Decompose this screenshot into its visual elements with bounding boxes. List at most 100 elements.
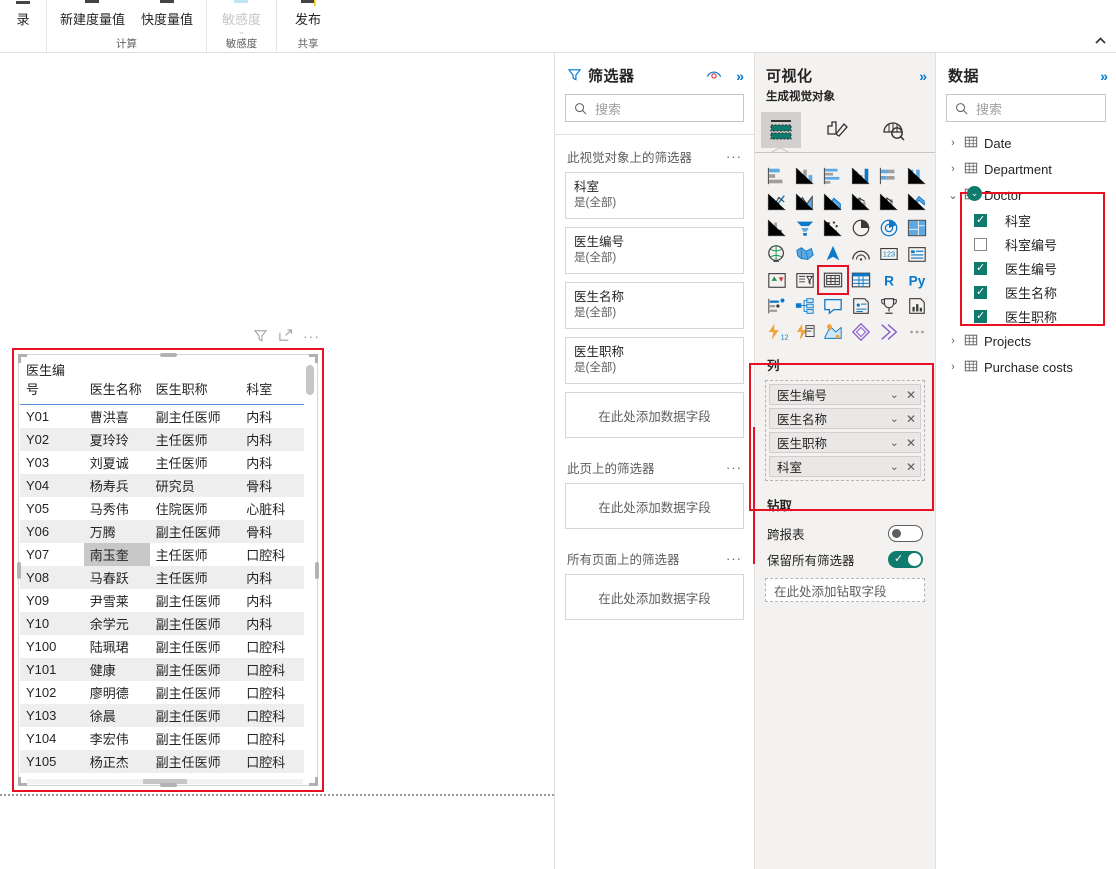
table-row[interactable]: Y103 徐晨 副主任医师 口腔科: [20, 704, 304, 727]
chevron-down-icon[interactable]: ⌄: [890, 436, 899, 449]
field-checkbox[interactable]: [974, 261, 987, 275]
column-well-item[interactable]: 医生职称 ⌄ ✕: [769, 432, 921, 453]
data-table-row[interactable]: ⌄ Doctor: [936, 182, 1116, 208]
map-icon[interactable]: [763, 241, 791, 267]
table-visual-body[interactable]: 医生编号 医生名称 医生职称 科室 Y01 曹洪喜 副主任医师 内科 Y02 夏玲玲 主任医…: [18, 354, 318, 786]
area-chart-icon[interactable]: [791, 189, 819, 215]
table-cell[interactable]: 南玉奎: [83, 543, 150, 566]
table-cell[interactable]: Y06: [20, 520, 84, 543]
drill-cross-report-toggle[interactable]: [888, 524, 923, 542]
chevron-right-icon[interactable]: ›: [948, 361, 958, 373]
chevron-down-icon[interactable]: ⌄: [890, 388, 899, 401]
table-cell[interactable]: 内科: [240, 451, 304, 474]
drill-dropzone[interactable]: 在此处添加钻取字段: [765, 578, 925, 602]
build-visual-tab[interactable]: [761, 112, 801, 148]
column-well-item[interactable]: 科室 ⌄ ✕: [769, 456, 921, 477]
data-field-row[interactable]: 医生名称: [936, 280, 1116, 304]
line-stacked-column-chart-icon[interactable]: [847, 189, 875, 215]
data-table-row[interactable]: › Purchase costs: [936, 354, 1116, 380]
data-field-row[interactable]: 医生编号: [936, 256, 1116, 280]
table-cell[interactable]: 口腔科: [240, 750, 304, 773]
paginated-report-icon[interactable]: [903, 293, 931, 319]
filter-icon[interactable]: [253, 328, 268, 343]
table-cell[interactable]: 内科: [240, 566, 304, 589]
table-cell[interactable]: 内科: [240, 589, 304, 612]
smart-narrative-icon[interactable]: [847, 293, 875, 319]
table-cell[interactable]: 徐晨: [83, 704, 150, 727]
filter-section-more-icon[interactable]: ···: [726, 551, 742, 566]
table-row[interactable]: Y105 杨正杰 副主任医师 口腔科: [20, 750, 304, 773]
table-cell[interactable]: Y01: [20, 405, 84, 429]
table-cell[interactable]: 曹洪喜: [84, 405, 150, 429]
filled-map-icon[interactable]: [791, 241, 819, 267]
line-chart-icon[interactable]: [763, 189, 791, 215]
table-row[interactable]: Y06 万腾 副主任医师 骨科: [20, 520, 304, 543]
filters-search-input[interactable]: 搜索: [565, 94, 744, 122]
column-header-department[interactable]: 科室: [240, 356, 304, 405]
pie-chart-icon[interactable]: [847, 215, 875, 241]
more-visuals-icon[interactable]: [903, 319, 931, 345]
chevron-down-icon[interactable]: ⌄: [890, 412, 899, 425]
resize-handle-bottom-left[interactable]: [18, 777, 27, 786]
field-checkbox[interactable]: [974, 237, 987, 251]
arcgis-maps-icon[interactable]: [819, 319, 847, 345]
focus-mode-icon[interactable]: [278, 328, 293, 343]
table-cell[interactable]: Y09: [20, 589, 84, 612]
chiclet-icon[interactable]: [875, 319, 903, 345]
clustered-bar-chart-icon[interactable]: [819, 163, 847, 189]
table-cell[interactable]: 研究员: [149, 474, 241, 497]
line-clustered-column-chart-icon[interactable]: [875, 189, 903, 215]
eye-icon[interactable]: [706, 69, 722, 83]
python-visual-icon[interactable]: Py: [903, 267, 931, 293]
data-table-row[interactable]: › Projects: [936, 328, 1116, 354]
table-cell[interactable]: 副主任医师: [149, 612, 241, 635]
table-cell[interactable]: 尹雪莱: [84, 589, 150, 612]
table-cell[interactable]: 杨寿兵: [83, 474, 150, 497]
field-checkbox[interactable]: [974, 213, 987, 227]
table-row[interactable]: Y05 马秀伟 住院医师 心脏科: [20, 497, 304, 520]
columns-well[interactable]: 医生编号 ⌄ ✕ 医生名称 ⌄ ✕ 医生职称 ⌄ ✕ 科室 ⌄ ✕: [755, 380, 935, 481]
stacked-area-chart-icon[interactable]: [819, 189, 847, 215]
drill-keep-filters-toggle[interactable]: ✓: [888, 550, 923, 568]
data-table-row[interactable]: › Department: [936, 156, 1116, 182]
100-stacked-column-chart-icon[interactable]: [903, 163, 931, 189]
column-well-item[interactable]: 医生编号 ⌄ ✕: [769, 384, 921, 405]
table-cell[interactable]: 口腔科: [240, 773, 304, 778]
power-automate-icon[interactable]: [791, 319, 819, 345]
table-cell[interactable]: 副主任医师: [150, 727, 241, 750]
table-row[interactable]: Y100 陆珮珺 副主任医师 口腔科: [20, 635, 304, 658]
ribbon-button-sensitivity[interactable]: 敏感度 ⌄: [214, 0, 269, 36]
filter-card[interactable]: 医生职称 是(全部): [565, 337, 744, 384]
data-field-row[interactable]: 医生职称: [936, 304, 1116, 328]
scatter-chart-icon[interactable]: [819, 215, 847, 241]
column-header-doctor-name[interactable]: 医生名称: [83, 356, 150, 405]
table-cell[interactable]: 万腾: [83, 520, 150, 543]
resize-handle-top-left[interactable]: [18, 354, 27, 363]
column-well-item[interactable]: 医生名称 ⌄ ✕: [769, 408, 921, 429]
power-apps-icon[interactable]: 123: [763, 319, 791, 345]
table-cell[interactable]: 内科: [240, 612, 304, 635]
table-cell[interactable]: Y04: [20, 474, 84, 497]
filter-dropzone[interactable]: 在此处添加数据字段: [565, 483, 744, 529]
ribbon-button-quick-measure[interactable]: 快度量值: [133, 0, 201, 27]
resize-handle-top[interactable]: [160, 353, 177, 357]
table-cell[interactable]: 陆珮珺: [84, 635, 150, 658]
filter-dropzone[interactable]: 在此处添加数据字段: [565, 574, 744, 620]
ribbon-button-record[interactable]: 录: [8, 0, 38, 27]
doctor-table-expand-badge[interactable]: ⌄: [967, 186, 982, 201]
filters-collapse-button[interactable]: »: [736, 69, 744, 83]
ribbon-collapse-button[interactable]: [1092, 34, 1108, 48]
filter-card[interactable]: 科室 是(全部): [565, 172, 744, 219]
table-cell[interactable]: 马秀伟: [84, 497, 150, 520]
table-cell[interactable]: 副主任医师: [150, 773, 241, 778]
table-cell[interactable]: 杨正杰: [83, 750, 150, 773]
data-table-row[interactable]: › Date: [936, 130, 1116, 156]
data-search-input[interactable]: 搜索: [946, 94, 1106, 122]
table-vertical-scrollbar[interactable]: [306, 365, 314, 763]
table-cell[interactable]: 宋欣: [84, 773, 150, 778]
format-visual-tab[interactable]: [817, 112, 857, 148]
resize-handle-left[interactable]: [17, 562, 21, 579]
100-stacked-bar-chart-icon[interactable]: [875, 163, 903, 189]
table-cell[interactable]: 副主任医师: [149, 750, 241, 773]
table-cell[interactable]: 内科: [240, 405, 304, 429]
